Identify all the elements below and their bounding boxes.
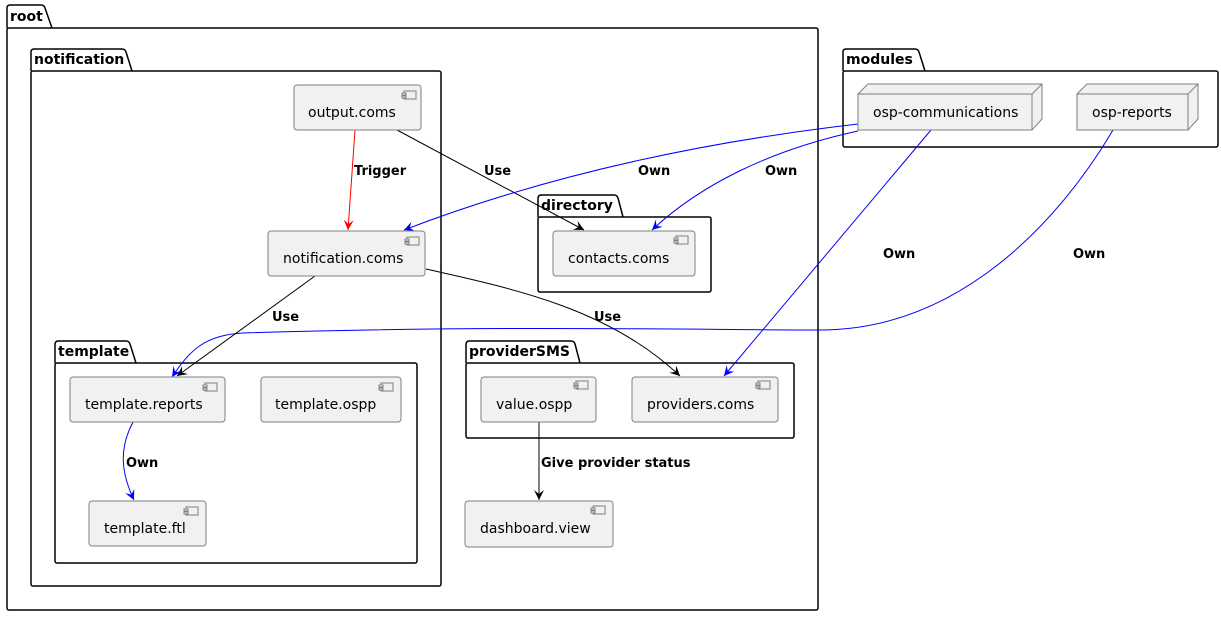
component-notification-coms[interactable]: notification.coms bbox=[267, 230, 426, 277]
component-icon bbox=[673, 235, 689, 245]
edge-label-own-reports-template: Own bbox=[1073, 247, 1105, 262]
component-label: contacts.coms bbox=[568, 251, 669, 267]
edge-trigger bbox=[343, 129, 356, 231]
node-osp-reports[interactable]: osp-reports bbox=[1076, 83, 1199, 131]
edge-label-use-notification-template: Use bbox=[272, 310, 299, 325]
edge-label-own-template-ftl: Own bbox=[126, 456, 158, 471]
edge-label-trigger: Trigger bbox=[354, 164, 407, 179]
edge-label-use-output-contacts: Use bbox=[484, 164, 511, 179]
edges: Trigger Use Own Own Own Own Use Use Own … bbox=[122, 123, 1114, 501]
component-providers-coms[interactable]: providers.coms bbox=[631, 376, 779, 423]
component-icon bbox=[573, 380, 589, 390]
component-icon bbox=[401, 90, 417, 100]
component-diagram: root notification template directory pro… bbox=[6, 4, 1219, 611]
component-template-ftl[interactable]: template.ftl bbox=[88, 500, 207, 547]
component-value-ospp[interactable]: value.ospp bbox=[480, 376, 597, 423]
package-notification-title: notification bbox=[34, 52, 124, 68]
component-icon bbox=[590, 505, 606, 515]
component-template-ospp[interactable]: template.ospp bbox=[260, 376, 402, 423]
component-output-coms[interactable]: output.coms bbox=[293, 84, 422, 131]
edge-label-own-comms-contacts: Own bbox=[765, 164, 797, 179]
component-label: template.reports bbox=[85, 397, 203, 413]
package-modules-title: modules bbox=[846, 52, 913, 68]
component-icon bbox=[404, 236, 420, 246]
node-osp-communications[interactable]: osp-communications bbox=[856, 83, 1043, 131]
edge-label-own-comms-providers: Own bbox=[883, 247, 915, 262]
package-directory-title: directory bbox=[541, 198, 613, 214]
component-icon bbox=[202, 382, 218, 392]
node-label: osp-reports bbox=[1092, 105, 1172, 121]
component-label: dashboard.view bbox=[480, 521, 591, 537]
edge-use-output-contacts bbox=[396, 129, 585, 231]
component-label: value.ospp bbox=[496, 397, 572, 413]
edge-label-use-notification-providers: Use bbox=[594, 310, 621, 325]
edge-label-own-comms-notification: Own bbox=[638, 164, 670, 179]
edge-own-comms-contacts bbox=[651, 130, 859, 231]
component-label: notification.coms bbox=[283, 251, 403, 267]
node-label: osp-communications bbox=[873, 105, 1018, 121]
package-template-title: template bbox=[58, 344, 129, 360]
component-label: providers.coms bbox=[647, 397, 754, 413]
package-root-title: root bbox=[10, 9, 43, 25]
component-label: output.coms bbox=[308, 105, 396, 121]
package-providerSMS-title: providerSMS bbox=[469, 344, 570, 360]
component-label: template.ospp bbox=[275, 397, 376, 413]
component-icon bbox=[183, 506, 199, 516]
component-dashboard-view[interactable]: dashboard.view bbox=[464, 500, 614, 548]
edge-label-give-provider-status: Give provider status bbox=[541, 456, 691, 471]
component-label: template.ftl bbox=[104, 521, 186, 537]
component-icon bbox=[378, 382, 394, 392]
component-template-reports[interactable]: template.reports bbox=[69, 376, 226, 423]
edge-use-notification-template bbox=[176, 275, 316, 377]
component-icon bbox=[755, 380, 771, 390]
component-contacts-coms[interactable]: contacts.coms bbox=[552, 230, 696, 277]
